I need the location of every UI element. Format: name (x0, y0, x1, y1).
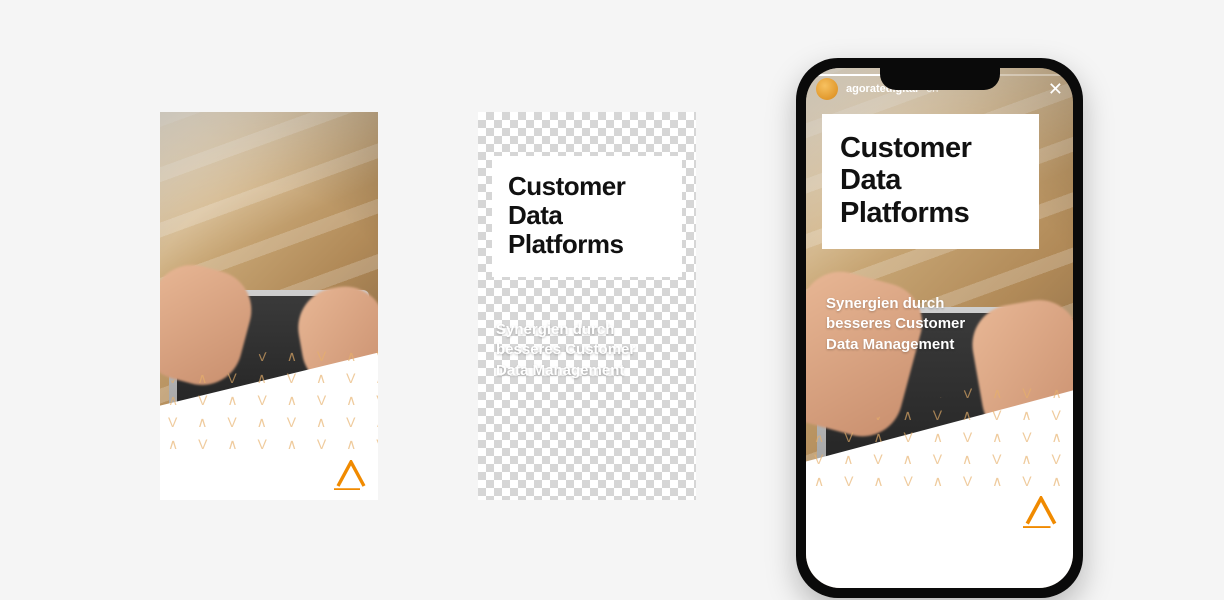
avatar[interactable] (816, 78, 838, 100)
headline-text: Customer Data Platforms (840, 132, 1021, 229)
creative-background: ∧ V ∧ V ∧ V ∧ V ∧ V V ∧ V ∧ V ∧ V ∧ V ∧ … (160, 112, 378, 500)
send-icon[interactable] (1043, 555, 1063, 575)
subheadline-text: Synergien durch besseres Customer Data M… (496, 320, 678, 381)
brand-logo-icon (1023, 496, 1059, 528)
more-icon[interactable]: ••• (1004, 559, 1022, 571)
headline-text: Customer Data Platforms (508, 172, 666, 259)
subheadline-text: Synergien durch besseres Customer Data M… (826, 294, 1033, 355)
headline-card: Customer Data Platforms (822, 114, 1039, 249)
close-icon[interactable]: ✕ (1048, 80, 1063, 98)
phone-notch (880, 68, 1000, 90)
message-placeholder: Leave a message (855, 559, 942, 571)
story-screen: ∧ V ∧ V ∧ V ∧ V ∧ V ∧ V V ∧ V ∧ V ∧ V ∧ … (806, 68, 1073, 588)
headline-card: Customer Data Platforms (492, 156, 682, 277)
creative-overlay-layer: Customer Data Platforms Synergien durch … (478, 112, 696, 500)
phone-mockup: ∧ V ∧ V ∧ V ∧ V ∧ V ∧ V V ∧ V ∧ V ∧ V ∧ … (796, 58, 1083, 598)
camera-icon[interactable] (816, 556, 834, 574)
creative-photo-only: ∧ V ∧ V ∧ V ∧ V ∧ V V ∧ V ∧ V ∧ V ∧ V ∧ … (160, 112, 378, 500)
canvas: ∧ V ∧ V ∧ V ∧ V ∧ V V ∧ V ∧ V ∧ V ∧ V ∧ … (0, 0, 1224, 600)
brand-logo-icon (334, 460, 368, 490)
message-input[interactable]: Leave a message ••• (844, 552, 1033, 578)
